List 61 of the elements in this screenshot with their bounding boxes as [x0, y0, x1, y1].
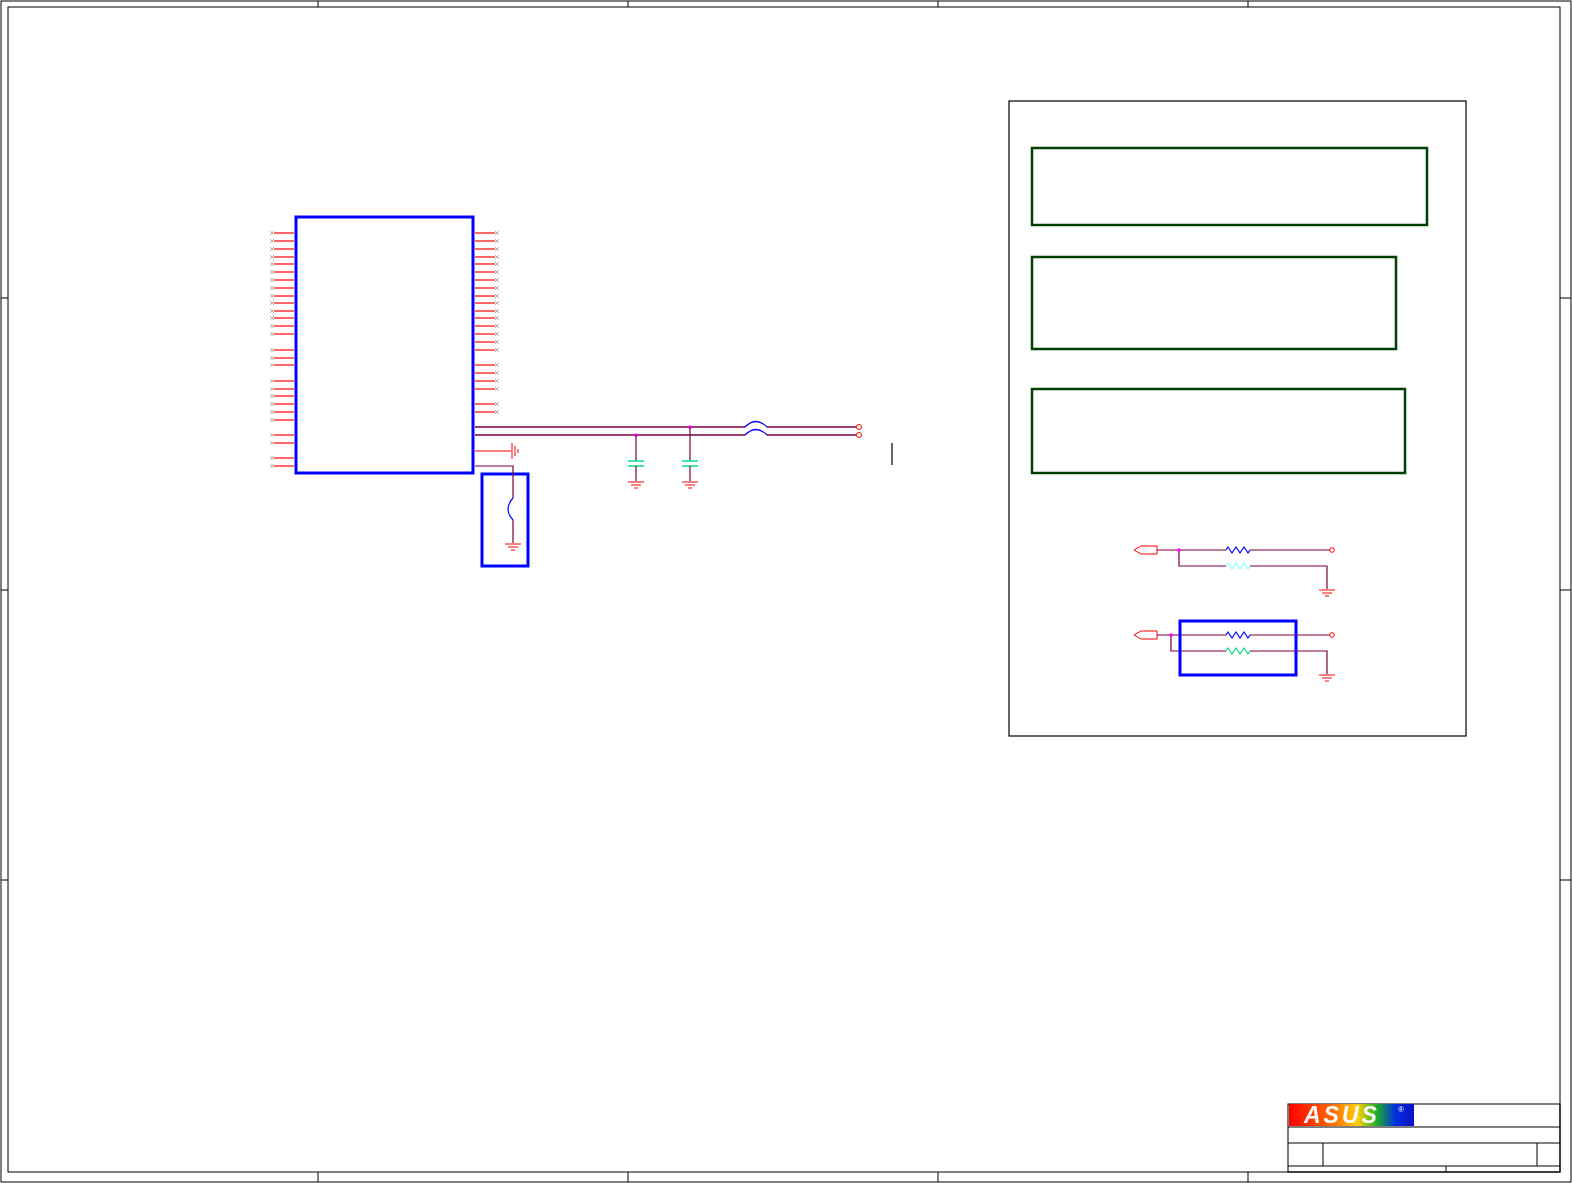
- pin-no-connect: [474, 401, 500, 407]
- pin-no-connect: [474, 246, 500, 252]
- resistor-symbol: [1225, 646, 1251, 656]
- port-symbol: [1133, 630, 1158, 640]
- pin-no-connect: [474, 323, 500, 329]
- pin-no-connect: [269, 463, 295, 469]
- resistor-symbol: [1225, 561, 1251, 571]
- ground-symbol: [1318, 674, 1336, 682]
- pin-no-connect: [269, 277, 295, 283]
- pin-no-connect: [269, 409, 295, 415]
- port-symbol: [1133, 545, 1158, 555]
- pin-no-connect: [269, 440, 295, 446]
- pin-no-connect: [269, 432, 295, 438]
- junction-dot: [1169, 633, 1173, 637]
- resistor-symbol: [1225, 545, 1251, 555]
- pin-no-connect: [474, 230, 500, 236]
- capacitor-symbol: [681, 460, 699, 467]
- pin-no-connect: [474, 362, 500, 368]
- terminal-circle: [1329, 632, 1335, 638]
- ground-symbol: [1318, 589, 1336, 597]
- pin-no-connect: [269, 417, 295, 423]
- junction-dot: [634, 433, 638, 437]
- resistor-symbol: [1225, 630, 1251, 640]
- terminal-circle: [856, 432, 862, 438]
- ground-symbol: [627, 481, 645, 489]
- pin-no-connect: [269, 269, 295, 275]
- wire: [689, 465, 691, 482]
- pin-no-connect: [269, 246, 295, 252]
- pin-no-connect: [474, 409, 500, 415]
- pin-no-connect: [474, 339, 500, 345]
- junction-dot: [688, 425, 692, 429]
- terminal-circle: [856, 424, 862, 430]
- pin-no-connect: [269, 401, 295, 407]
- pin-no-connect: [269, 331, 295, 337]
- junction-dot: [1177, 548, 1181, 552]
- ground-symbol: [504, 543, 522, 551]
- pin-no-connect: [474, 378, 500, 384]
- pin-no-connect: [474, 238, 500, 244]
- pin-no-connect: [269, 230, 295, 236]
- jumper-arc: [507, 497, 514, 521]
- pin-no-connect: [269, 238, 295, 244]
- pin-no-connect: [474, 370, 500, 376]
- vertical-mark: [891, 442, 893, 466]
- pin-no-connect: [269, 378, 295, 384]
- pin-no-connect: [474, 347, 500, 353]
- wire: [635, 465, 637, 482]
- terminal-circle: [1329, 547, 1335, 553]
- ground-symbol: [511, 442, 519, 460]
- pin-no-connect: [474, 269, 500, 275]
- registered-mark: ®: [1398, 1105, 1404, 1114]
- ground-symbol: [681, 481, 699, 489]
- pin-no-connect: [474, 331, 500, 337]
- capacitor-symbol: [627, 460, 645, 467]
- pin-no-connect: [269, 347, 295, 353]
- pin-no-connect: [269, 455, 295, 461]
- pin-no-connect: [474, 285, 500, 291]
- pin-no-connect: [474, 386, 500, 392]
- pin-no-connect: [269, 323, 295, 329]
- pin-no-connect: [474, 277, 500, 283]
- pin-no-connect: [269, 285, 295, 291]
- wire: [474, 450, 512, 452]
